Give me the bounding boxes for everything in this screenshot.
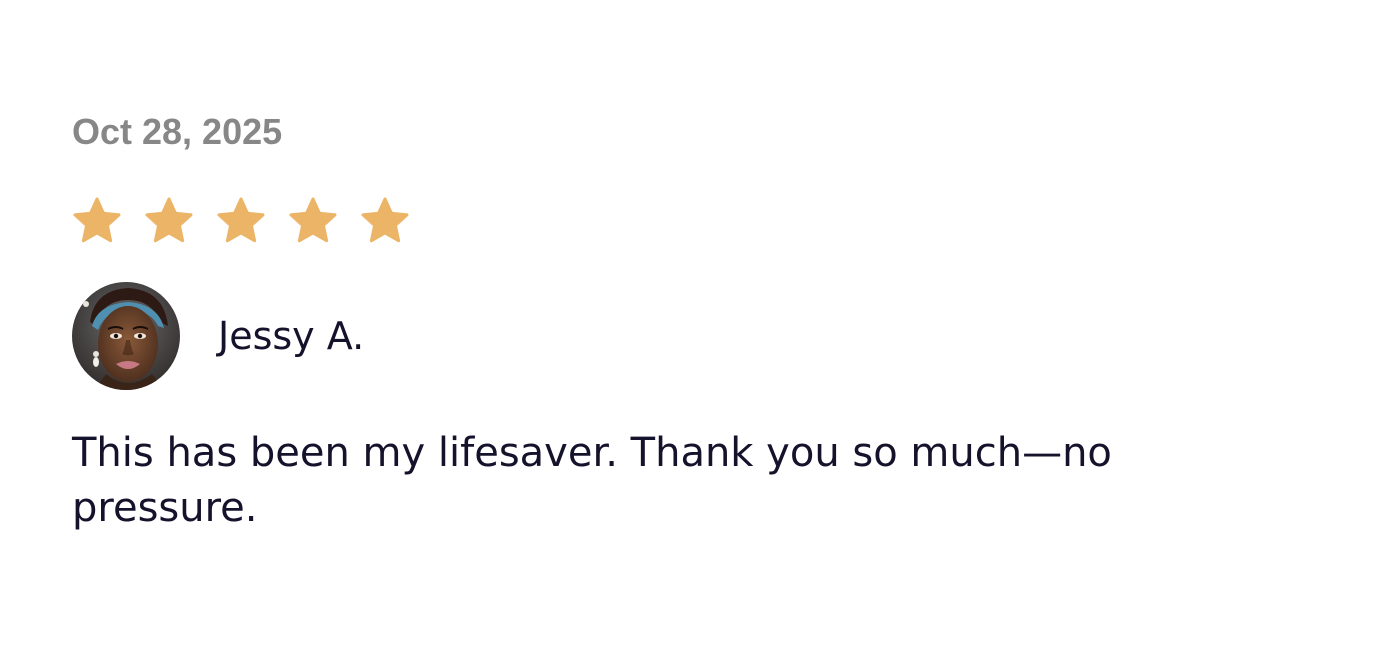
author-name: Jessy A. [218, 314, 365, 358]
star-rating [72, 196, 410, 246]
star-icon [288, 196, 338, 246]
review-author: Jessy A. [72, 282, 364, 390]
star-icon [216, 196, 266, 246]
avatar [72, 282, 180, 390]
review-card: Oct 28, 2025 Jessy A. This has been my l… [72, 0, 1272, 651]
star-icon [360, 196, 410, 246]
review-date: Oct 28, 2025 [72, 111, 283, 152]
star-icon [144, 196, 194, 246]
star-icon [72, 196, 122, 246]
review-text: This has been my lifesaver. Thank you so… [72, 430, 1112, 531]
